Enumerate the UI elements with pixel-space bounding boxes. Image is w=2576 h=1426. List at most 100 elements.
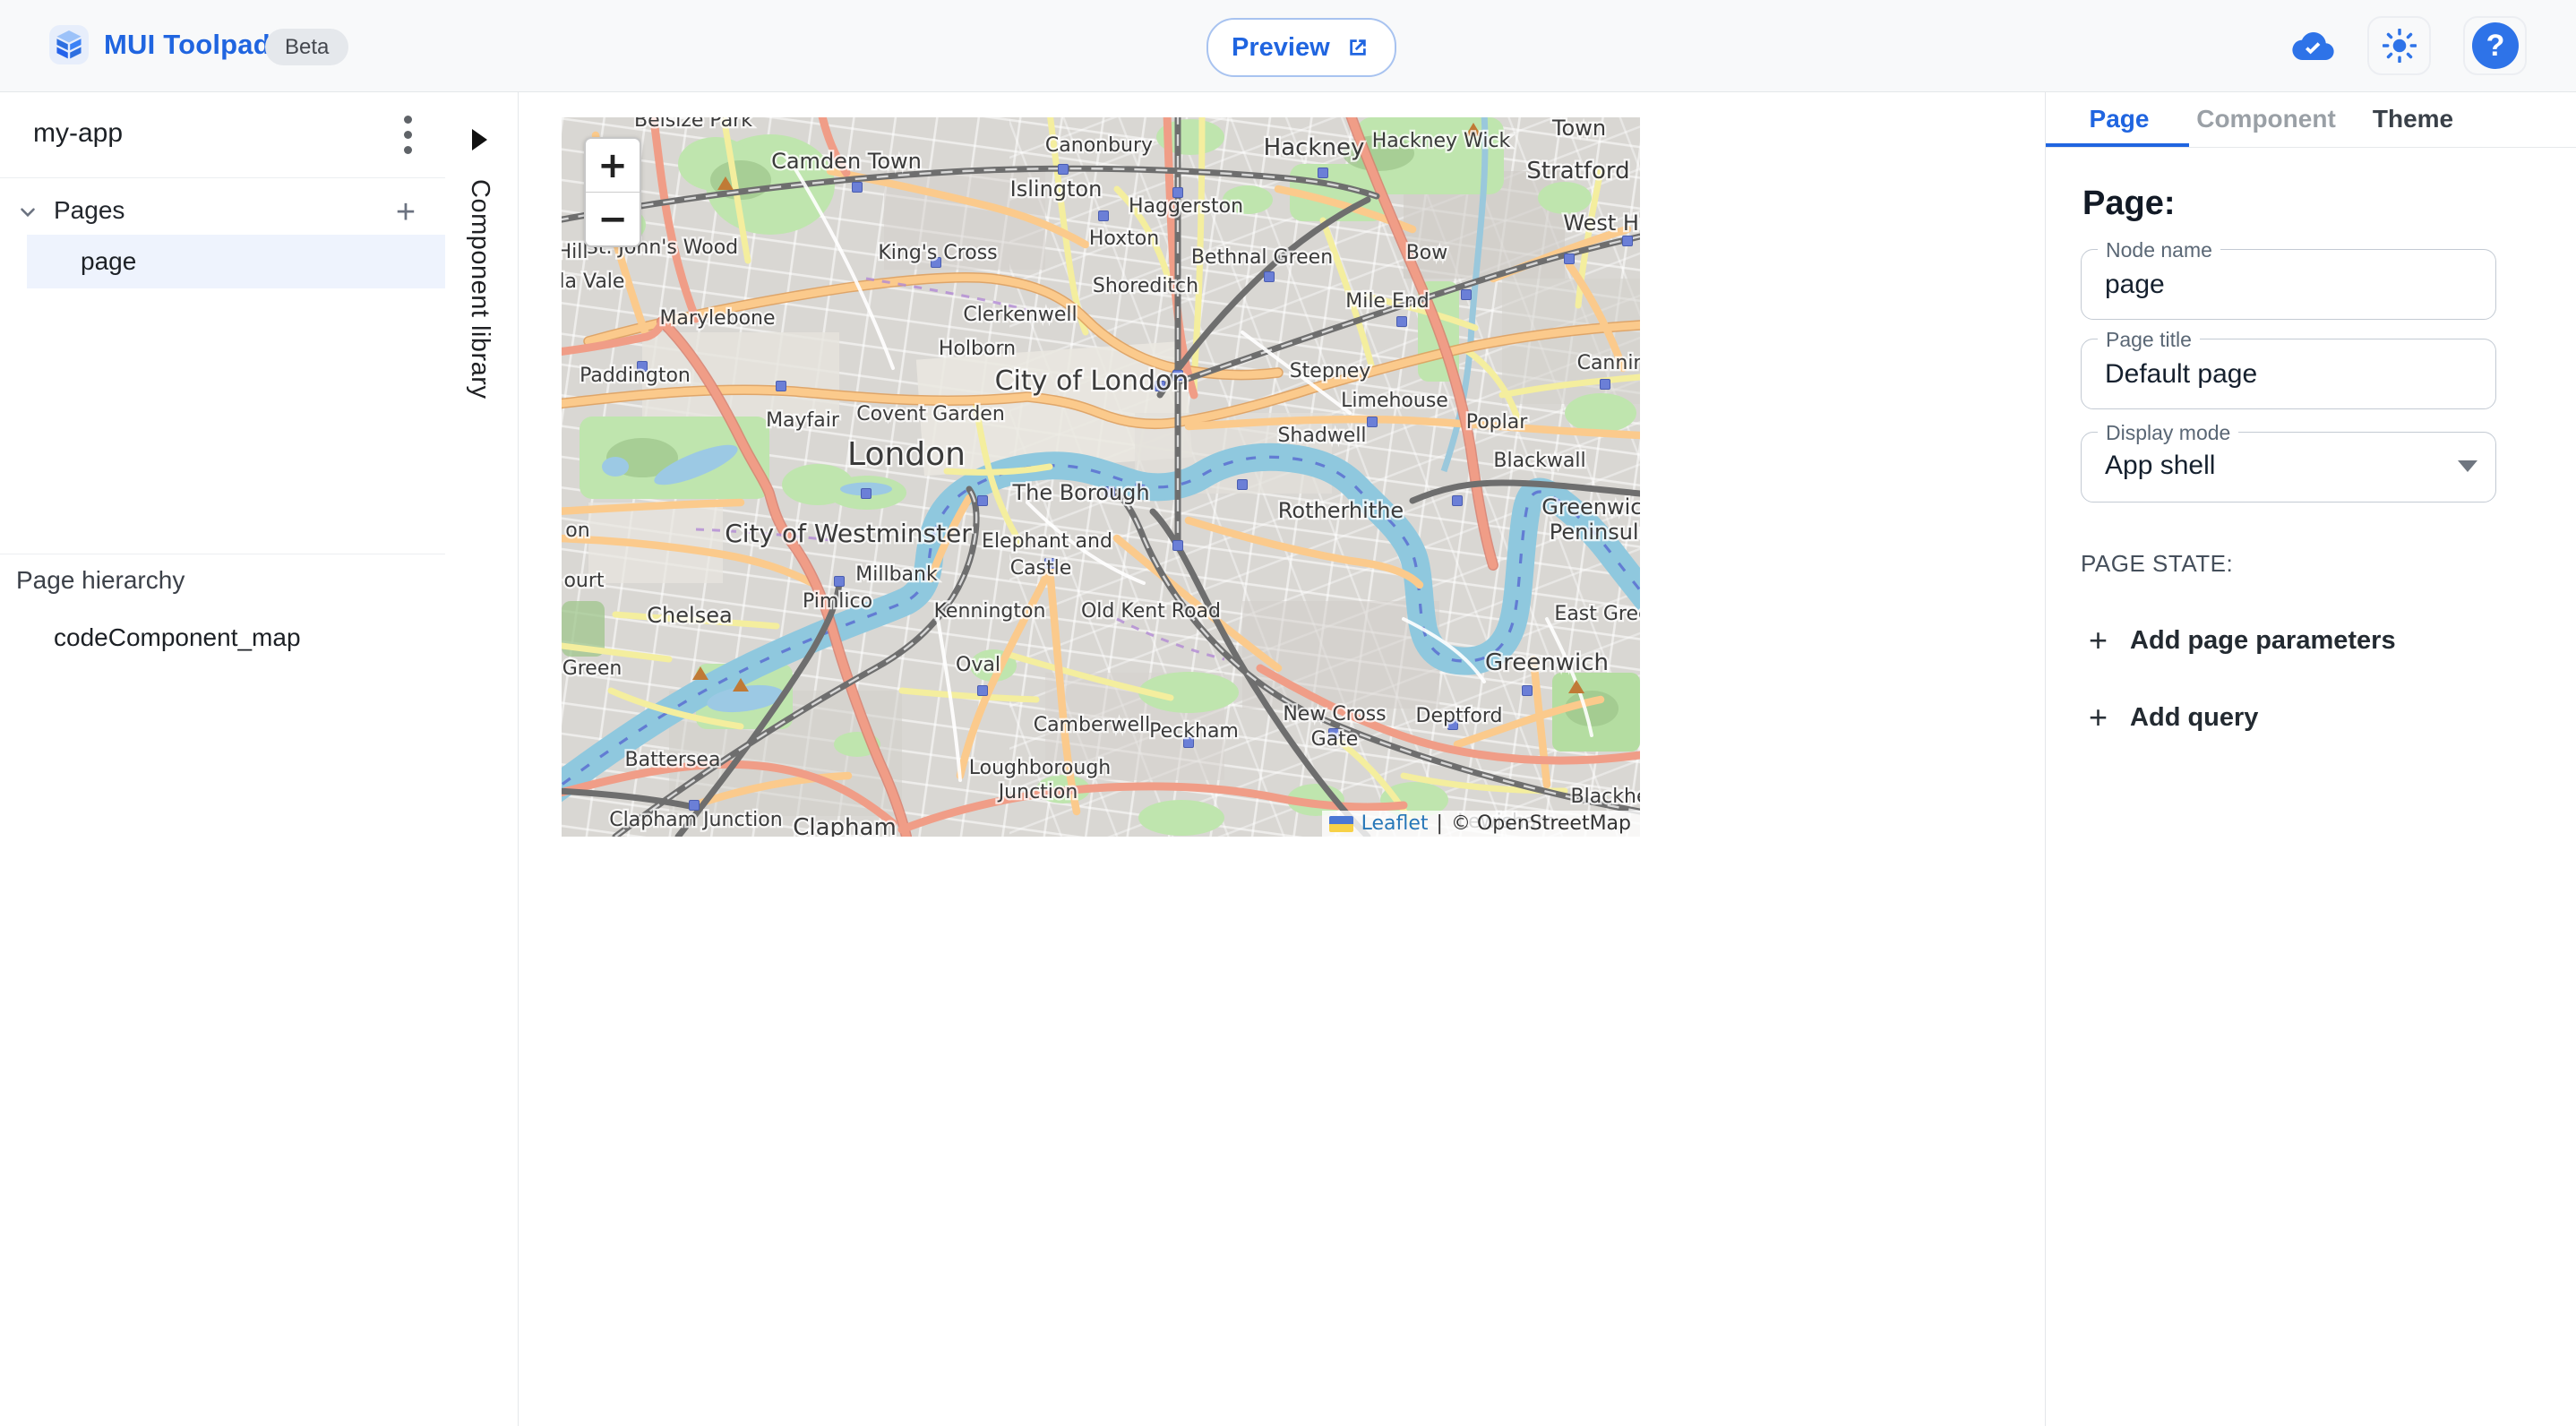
- map-place-label: Town: [1551, 117, 1606, 141]
- map-place-label: Blackhe: [1570, 786, 1640, 808]
- map-place-label: Junction: [997, 781, 1078, 803]
- station-marker: [862, 489, 872, 499]
- station-marker: [1238, 480, 1248, 490]
- theme-toggle-button[interactable]: [2367, 16, 2431, 75]
- tab-page[interactable]: Page: [2046, 91, 2193, 147]
- toolpad-logo-icon: [56, 30, 82, 59]
- page-hierarchy-title: Page hierarchy: [16, 566, 185, 595]
- map-place-label: Marylebone: [659, 307, 775, 330]
- pages-section-label: Pages: [54, 196, 125, 225]
- app-menu-kebab-icon[interactable]: [385, 111, 430, 158]
- map-place-label: Islington: [1010, 176, 1103, 202]
- add-page-parameters-label: Add page parameters: [2130, 626, 2396, 656]
- page-item-label: page: [81, 247, 136, 276]
- add-query-label: Add query: [2130, 703, 2258, 733]
- app-header: MUI Toolpad Beta Preview ?: [0, 0, 2576, 92]
- map-place-label: Shoreditch: [1093, 275, 1198, 297]
- sidebar-item-page[interactable]: page: [27, 235, 445, 288]
- node-name-input[interactable]: [2082, 250, 2495, 319]
- map-place-label: Holborn: [939, 338, 1016, 360]
- station-marker: [1099, 211, 1109, 221]
- map-place-label: Camberwell: [1034, 714, 1151, 736]
- london-map[interactable]: Belsize ParkCamden TownCanonburyIslingto…: [562, 117, 1640, 837]
- map-place-label: Cannin: [1577, 352, 1640, 374]
- add-query-button[interactable]: + Add query: [2089, 697, 2258, 738]
- map-place-label: Peckham: [1149, 720, 1239, 743]
- add-page-parameters-button[interactable]: + Add page parameters: [2089, 620, 2396, 661]
- station-marker: [1397, 317, 1407, 327]
- preview-button[interactable]: Preview: [1206, 18, 1396, 77]
- map-place-label: Greenwich: [1485, 649, 1609, 676]
- hierarchy-item-codecomponent-map[interactable]: codeComponent_map: [54, 623, 301, 652]
- station-marker: [1601, 380, 1610, 390]
- map-place-label: Stepney: [1290, 360, 1371, 382]
- zoom-out-button[interactable]: −: [586, 193, 640, 245]
- page-heading: Page:: [2082, 185, 2175, 223]
- map-place-label: Gate: [1311, 728, 1359, 751]
- map-place-label: Clerkenwell: [963, 304, 1077, 326]
- map-place-label: Peninsula: [1550, 520, 1640, 545]
- zoom-in-button[interactable]: +: [586, 139, 640, 193]
- cloud-saved-icon: [2291, 30, 2336, 63]
- tab-component[interactable]: Component: [2193, 91, 2340, 147]
- expand-arrow-icon: [472, 129, 487, 150]
- sun-icon: [2383, 29, 2417, 63]
- editor-canvas: Belsize ParkCamden TownCanonburyIslingto…: [519, 91, 2045, 1426]
- station-marker: [1523, 686, 1533, 696]
- pages-section-row: Pages +: [0, 188, 445, 235]
- map-place-label: ourt: [563, 570, 604, 592]
- tab-theme[interactable]: Theme: [2340, 91, 2486, 147]
- map-place-label: Canonbury: [1045, 134, 1153, 157]
- map-place-label: Greenwich: [1541, 494, 1640, 520]
- dropdown-caret-icon: [2458, 460, 2477, 472]
- map-place-label: Mile End: [1345, 290, 1430, 313]
- map-place-label: The Borough: [1011, 480, 1149, 505]
- map-place-label: Clapham: [793, 814, 897, 837]
- component-library-strip[interactable]: Component library: [445, 91, 519, 1426]
- map-place-label: Mayfair: [766, 409, 840, 432]
- map-place-label: Stratford: [1526, 158, 1629, 185]
- map-place-label: City of Westminster: [725, 519, 972, 548]
- app-name: my-app: [33, 118, 123, 149]
- leaflet-link[interactable]: Leaflet: [1361, 812, 1429, 835]
- display-mode-field[interactable]: Display mode App shell: [2081, 432, 2496, 503]
- active-tab-indicator: [2046, 143, 2189, 147]
- beta-badge: Beta: [265, 29, 348, 65]
- inspector-tabbar: Page Component Theme: [2046, 91, 2576, 148]
- toolpad-logo: [49, 25, 89, 64]
- map-place-label: Millbank: [855, 563, 938, 586]
- station-marker: [978, 496, 988, 506]
- page-title-input[interactable]: [2082, 339, 2495, 408]
- add-page-button[interactable]: +: [385, 192, 426, 233]
- map-place-label: Battersea: [625, 749, 721, 771]
- chevron-down-icon[interactable]: [13, 197, 43, 228]
- station-marker: [1318, 168, 1328, 178]
- map-place-label: Elephant and: [982, 530, 1112, 553]
- map-place-label: City of London: [995, 365, 1189, 397]
- map-place-label: Rotherhithe: [1278, 498, 1404, 523]
- help-button[interactable]: ?: [2463, 16, 2527, 75]
- map-place-label: Loughborough: [969, 757, 1111, 779]
- station-marker: [1453, 496, 1463, 506]
- map-place-label: New Cross: [1283, 703, 1386, 726]
- preview-button-label: Preview: [1232, 33, 1330, 63]
- map-place-label: Belsize Park: [634, 117, 752, 132]
- map-place-label: Paddington: [580, 365, 691, 387]
- station-marker: [1623, 236, 1633, 246]
- map-place-label: London: [847, 436, 966, 473]
- map-place-label: East Gree: [1554, 603, 1640, 625]
- inspector-panel: Page Component Theme Page: Node name Pag…: [2045, 91, 2576, 1426]
- map-place-label: Bethnal Green: [1191, 246, 1333, 269]
- map-place-label: Blackwall: [1493, 450, 1585, 472]
- station-marker: [978, 686, 988, 696]
- osm-copyright: © OpenStreetMap: [1451, 812, 1631, 835]
- station-marker: [1368, 417, 1378, 427]
- map-place-label: Bow: [1406, 242, 1448, 264]
- station-marker: [853, 183, 863, 193]
- ukraine-flag-icon: [1329, 816, 1353, 832]
- map-place-label: Green: [562, 657, 623, 680]
- svg-text:?: ?: [2486, 29, 2504, 63]
- map-place-label: Poplar: [1466, 411, 1529, 434]
- map-place-label: Hoxton: [1089, 228, 1159, 250]
- station-marker: [1265, 272, 1275, 282]
